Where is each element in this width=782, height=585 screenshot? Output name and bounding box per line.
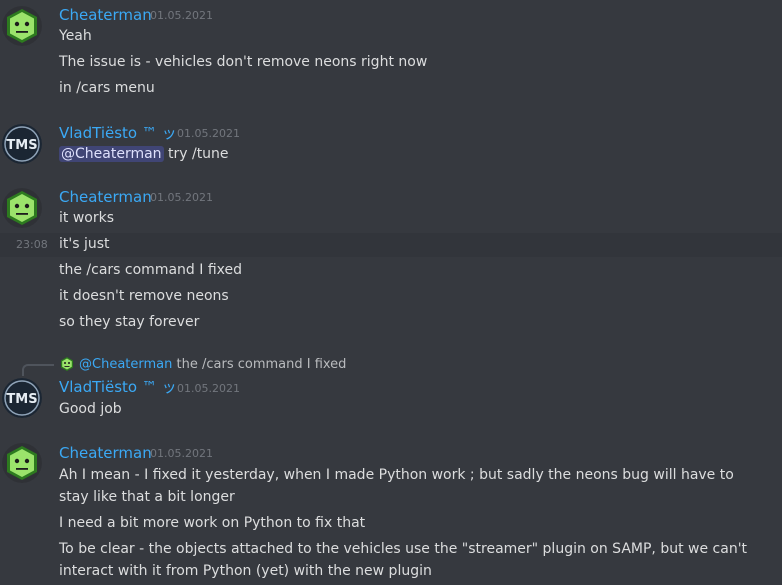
green-face-icon (61, 357, 73, 371)
svg-text:TMS: TMS (6, 138, 37, 153)
message-text: the /cars command I fixed (59, 262, 242, 278)
message-text: I need a bit more work on Python to fix … (59, 515, 366, 531)
green-face-icon (2, 6, 42, 46)
cheaterman-avatar[interactable] (2, 443, 42, 483)
message-text: it's just (59, 236, 110, 252)
message-text: Yeah (59, 28, 92, 44)
reply-connector-line (22, 364, 54, 376)
message-timestamp: 01.05.2021 (150, 9, 213, 22)
message-text: it works (59, 210, 115, 226)
reply-avatar[interactable] (59, 356, 75, 372)
author-name[interactable]: Cheaterman (59, 188, 152, 206)
message-text-rest: try /tune (163, 146, 229, 162)
author-name[interactable]: VladTiësto ™ ッ (59, 378, 177, 396)
message-row-hovered[interactable] (0, 233, 782, 257)
green-face-icon (2, 443, 42, 483)
message-timestamp: 01.05.2021 (177, 127, 240, 140)
author-name[interactable]: VladTiësto ™ ッ (59, 124, 177, 142)
message-text: Good job (59, 401, 122, 417)
reply-preview-text: the /cars command I fixed (172, 357, 347, 372)
message-timestamp: 01.05.2021 (150, 447, 213, 460)
message-text: in /cars menu (59, 80, 155, 96)
cheaterman-avatar[interactable] (2, 6, 42, 46)
cheaterman-avatar[interactable] (2, 188, 42, 228)
author-name[interactable]: Cheaterman (59, 444, 152, 462)
message-text: @Cheaterman try /tune (59, 143, 229, 165)
green-face-icon (2, 188, 42, 228)
author-name[interactable]: Cheaterman (59, 6, 152, 24)
reply-preview[interactable]: @Cheaterman the /cars command I fixed (79, 357, 346, 373)
message-text: so they stay forever (59, 314, 200, 330)
hover-timestamp: 23:08 (16, 238, 48, 251)
reply-author-mention[interactable]: @Cheaterman (79, 357, 172, 372)
tms-logo-icon: TMS (2, 378, 42, 418)
message-text: To be clear - the objects attached to th… (59, 541, 748, 579)
message-text: The issue is - vehicles don't remove neo… (59, 54, 428, 70)
message-text: it doesn't remove neons (59, 288, 229, 304)
user-mention[interactable]: @Cheaterman (59, 146, 164, 162)
tms-logo-icon: TMS (2, 124, 42, 164)
svg-text:TMS: TMS (6, 392, 37, 407)
message-timestamp: 01.05.2021 (177, 382, 240, 395)
message-text: Ah I mean - I fixed it yesterday, when I… (59, 467, 734, 505)
message-timestamp: 01.05.2021 (150, 191, 213, 204)
vlad-avatar[interactable]: TMS (2, 378, 42, 418)
vlad-avatar[interactable]: TMS (2, 124, 42, 164)
